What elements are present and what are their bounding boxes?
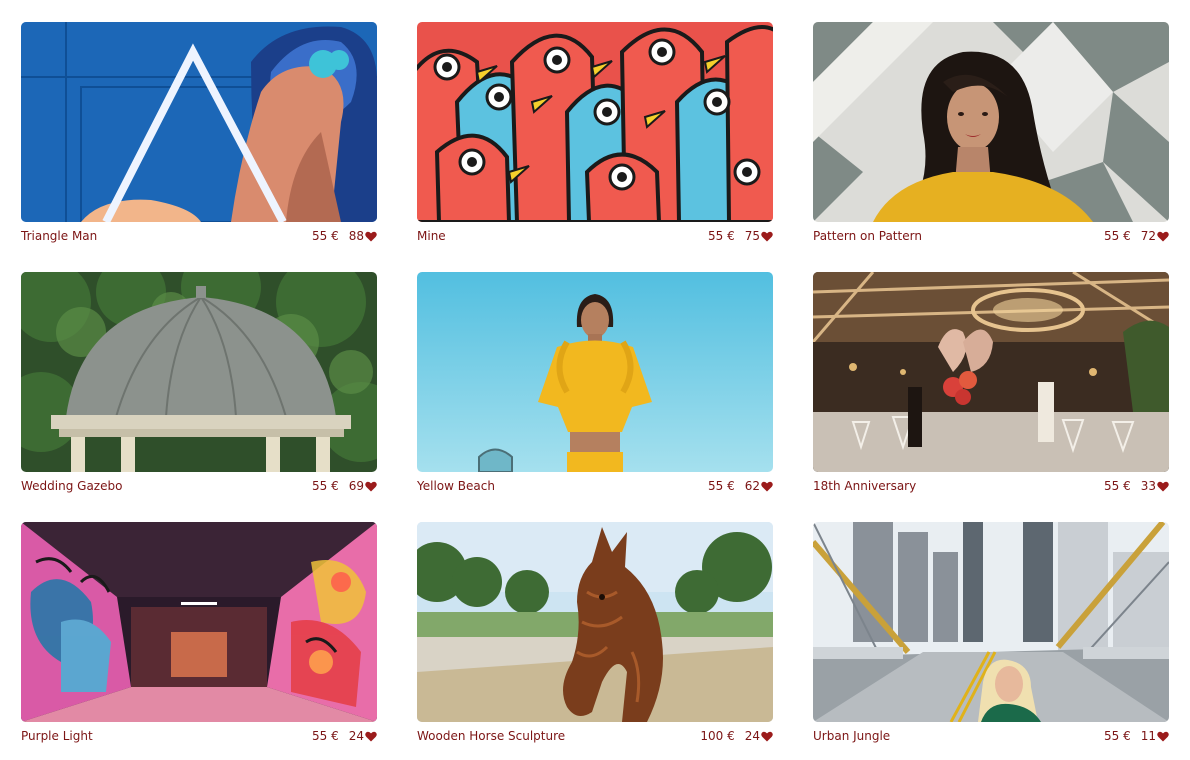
photo-title[interactable]: Yellow Beach [417, 478, 495, 494]
gallery-card[interactable]: Mine 55 € 75 [417, 22, 773, 250]
like-count: 62 [744, 479, 760, 493]
photo-stats: 55 € 72 [1104, 228, 1169, 244]
photo-title[interactable]: Triangle Man [21, 228, 97, 244]
photo-stats: 55 € 88 [312, 228, 377, 244]
photo-title[interactable]: 18th Anniversary [813, 478, 916, 494]
card-meta: Mine 55 € 75 [417, 228, 773, 244]
like-count: 24 [744, 729, 760, 743]
photo-thumbnail[interactable] [417, 272, 773, 472]
heart-icon[interactable] [1157, 731, 1169, 742]
card-meta: Triangle Man 55 € 88 [21, 228, 377, 244]
photo-price: 55 € [312, 229, 339, 243]
like-count: 69 [348, 479, 364, 493]
heart-icon[interactable] [365, 231, 377, 242]
card-meta: Pattern on Pattern 55 € 72 [813, 228, 1169, 244]
photo-stats: 55 € 69 [312, 478, 377, 494]
photo-title[interactable]: Urban Jungle [813, 728, 890, 744]
like-count: 33 [1140, 479, 1156, 493]
heart-icon[interactable] [365, 731, 377, 742]
photo-thumbnail[interactable] [21, 22, 377, 222]
card-meta: 18th Anniversary 55 € 33 [813, 478, 1169, 494]
card-meta: Urban Jungle 55 € 11 [813, 728, 1169, 744]
photo-stats: 55 € 75 [708, 228, 773, 244]
card-meta: Yellow Beach 55 € 62 [417, 478, 773, 494]
like-count: 75 [744, 229, 760, 243]
photo-price: 55 € [708, 229, 735, 243]
photo-price: 55 € [1104, 729, 1131, 743]
photo-gallery: Triangle Man 55 € 88 Mine 55 € 75 Patter… [0, 0, 1190, 760]
gallery-card[interactable]: Yellow Beach 55 € 62 [417, 272, 773, 500]
photo-thumbnail[interactable] [21, 272, 377, 472]
card-meta: Wedding Gazebo 55 € 69 [21, 478, 377, 494]
photo-price: 55 € [1104, 229, 1131, 243]
heart-icon[interactable] [365, 481, 377, 492]
photo-title[interactable]: Wedding Gazebo [21, 478, 122, 494]
photo-thumbnail[interactable] [813, 272, 1169, 472]
photo-stats: 100 € 24 [700, 728, 773, 744]
heart-icon[interactable] [761, 731, 773, 742]
photo-price: 100 € [700, 729, 735, 743]
photo-stats: 55 € 62 [708, 478, 773, 494]
photo-thumbnail[interactable] [417, 22, 773, 222]
photo-thumbnail[interactable] [813, 22, 1169, 222]
photo-stats: 55 € 24 [312, 728, 377, 744]
photo-price: 55 € [312, 479, 339, 493]
gallery-card[interactable]: Wooden Horse Sculpture 100 € 24 [417, 522, 773, 750]
like-count: 11 [1140, 729, 1156, 743]
photo-title[interactable]: Purple Light [21, 728, 93, 744]
card-meta: Purple Light 55 € 24 [21, 728, 377, 744]
gallery-card[interactable]: 18th Anniversary 55 € 33 [813, 272, 1169, 500]
like-count: 72 [1140, 229, 1156, 243]
like-count: 24 [348, 729, 364, 743]
heart-icon[interactable] [1157, 231, 1169, 242]
photo-price: 55 € [708, 479, 735, 493]
photo-thumbnail[interactable] [21, 522, 377, 722]
card-meta: Wooden Horse Sculpture 100 € 24 [417, 728, 773, 744]
gallery-card[interactable]: Pattern on Pattern 55 € 72 [813, 22, 1169, 250]
photo-price: 55 € [312, 729, 339, 743]
photo-stats: 55 € 33 [1104, 478, 1169, 494]
heart-icon[interactable] [761, 231, 773, 242]
gallery-card[interactable]: Urban Jungle 55 € 11 [813, 522, 1169, 750]
photo-thumbnail[interactable] [417, 522, 773, 722]
photo-title[interactable]: Pattern on Pattern [813, 228, 922, 244]
photo-thumbnail[interactable] [813, 522, 1169, 722]
photo-price: 55 € [1104, 479, 1131, 493]
photo-stats: 55 € 11 [1104, 728, 1169, 744]
heart-icon[interactable] [761, 481, 773, 492]
like-count: 88 [348, 229, 364, 243]
gallery-card[interactable]: Purple Light 55 € 24 [21, 522, 377, 750]
photo-title[interactable]: Wooden Horse Sculpture [417, 728, 565, 744]
heart-icon[interactable] [1157, 481, 1169, 492]
gallery-card[interactable]: Wedding Gazebo 55 € 69 [21, 272, 377, 500]
gallery-card[interactable]: Triangle Man 55 € 88 [21, 22, 377, 250]
photo-title[interactable]: Mine [417, 228, 446, 244]
